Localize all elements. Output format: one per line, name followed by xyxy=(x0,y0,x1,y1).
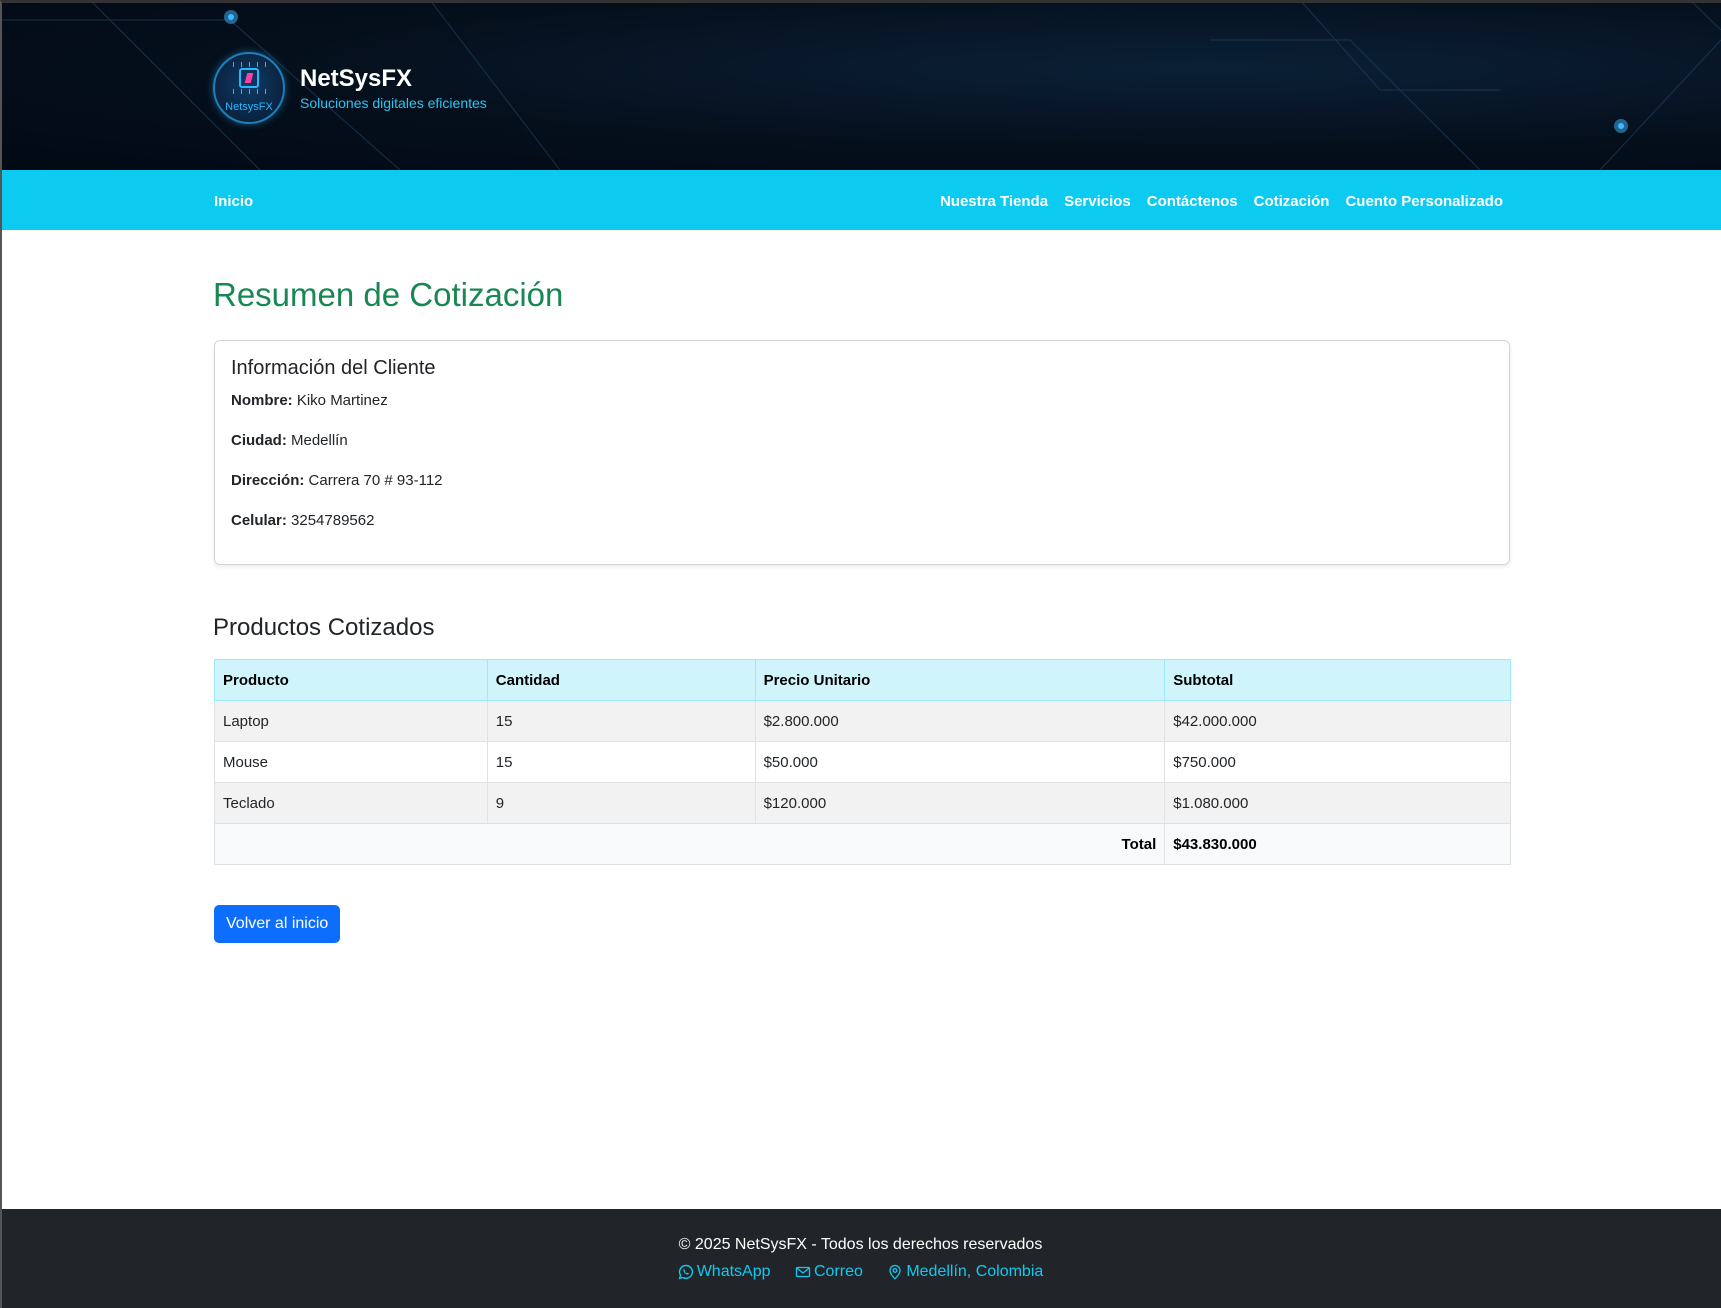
copyright-text: © 2025 NetSysFX - Todos los derechos res… xyxy=(678,1236,1043,1253)
address-label: Dirección: xyxy=(231,472,305,489)
whatsapp-link[interactable]: WhatsApp xyxy=(678,1263,771,1281)
subtotal-cell: $750.000 xyxy=(1164,741,1511,783)
nav-inicio[interactable]: Inicio xyxy=(214,170,253,234)
site-footer: © 2025 NetSysFX - Todos los derechos res… xyxy=(0,1209,1721,1308)
phone-label: Celular: xyxy=(231,512,287,529)
table-header-row: Producto Cantidad Precio Unitario Subtot… xyxy=(214,659,1511,701)
location-link[interactable]: Medellín, Colombia xyxy=(887,1263,1043,1281)
table-row: Laptop 15 $2.800.000 $42.000.000 xyxy=(214,700,1511,742)
footer-links: WhatsApp Correo Medellín, Colombia xyxy=(0,1263,1721,1285)
city-label: Ciudad: xyxy=(231,432,287,449)
total-label: Total xyxy=(213,823,1166,865)
nav-cotizacion[interactable]: Cotización xyxy=(1254,170,1330,234)
brand[interactable]: NetsysFX NetSysFX Soluciones digitales e… xyxy=(213,52,487,124)
brand-text: NetSysFX Soluciones digitales eficientes xyxy=(300,65,487,112)
nav-servicios[interactable]: Servicios xyxy=(1064,170,1131,234)
logo-text: NetsysFX xyxy=(225,101,273,113)
unit-price-cell: $50.000 xyxy=(754,741,1166,783)
total-row: Total $43.830.000 xyxy=(213,823,1511,865)
column-header: Precio Unitario xyxy=(754,659,1166,701)
navbar: Inicio Nuestra Tienda Servicios Contácte… xyxy=(0,170,1721,230)
product-cell: Mouse xyxy=(214,741,488,783)
location-pin-icon xyxy=(889,1264,901,1280)
address-value: Carrera 70 # 93-112 xyxy=(308,472,443,489)
products-heading: Productos Cotizados xyxy=(213,614,435,641)
name-value: Kiko Martinez xyxy=(296,392,388,409)
table-row: Teclado 9 $120.000 $1.080.000 xyxy=(214,782,1511,824)
page-title: Resumen de Cotización xyxy=(213,276,564,313)
product-cell: Teclado xyxy=(214,782,488,824)
nav-menu: Nuestra Tienda Servicios Contáctenos Cot… xyxy=(940,170,1503,234)
logo[interactable]: NetsysFX xyxy=(213,52,285,124)
client-info-heading: Información del Cliente xyxy=(231,357,436,379)
name-label: Nombre: xyxy=(231,392,293,409)
whatsapp-icon xyxy=(678,1264,693,1280)
unit-price-cell: $120.000 xyxy=(754,782,1166,824)
email-label: Correo xyxy=(813,1263,863,1280)
table-row: Mouse 15 $50.000 $750.000 xyxy=(214,741,1511,783)
envelope-icon xyxy=(795,1266,811,1278)
client-name: Nombre: Kiko Martinez xyxy=(231,392,388,409)
site-header: NetsysFX NetSysFX Soluciones digitales e… xyxy=(0,0,1721,170)
nav-nuestra-tienda[interactable]: Nuestra Tienda xyxy=(940,170,1048,234)
phone-value: 3254789562 xyxy=(291,512,375,529)
column-header: Producto xyxy=(214,659,488,701)
back-home-button[interactable]: Volver al inicio xyxy=(214,905,341,943)
quantity-cell: 15 xyxy=(486,700,756,742)
brand-title: NetSysFX xyxy=(300,64,413,92)
client-info-card: Información del Cliente Nombre: Kiko Mar… xyxy=(214,340,1510,565)
nav-cuento-personalizado[interactable]: Cuento Personalizado xyxy=(1345,170,1503,234)
chip-icon xyxy=(239,68,259,88)
subtotal-cell: $42.000.000 xyxy=(1164,700,1511,742)
products-table: Producto Cantidad Precio Unitario Subtot… xyxy=(213,659,1511,865)
client-city: Ciudad: Medellín xyxy=(231,432,348,449)
client-address: Dirección: Carrera 70 # 93-112 xyxy=(231,472,443,489)
quantity-cell: 9 xyxy=(486,782,756,824)
brand-subtitle: Soluciones digitales eficientes xyxy=(300,94,487,111)
quantity-cell: 15 xyxy=(486,741,756,783)
location-label: Medellín, Colombia xyxy=(906,1263,1044,1280)
client-phone: Celular: 3254789562 xyxy=(231,512,374,529)
nav-contactenos[interactable]: Contáctenos xyxy=(1147,170,1238,234)
product-cell: Laptop xyxy=(214,700,488,742)
whatsapp-label: WhatsApp xyxy=(696,1263,771,1280)
unit-price-cell: $2.800.000 xyxy=(754,700,1166,742)
city-value: Medellín xyxy=(291,432,348,449)
column-header: Cantidad xyxy=(486,659,756,701)
subtotal-cell: $1.080.000 xyxy=(1164,782,1511,824)
total-value: $43.830.000 xyxy=(1164,823,1511,865)
column-header: Subtotal xyxy=(1164,659,1511,701)
email-link[interactable]: Correo xyxy=(795,1263,863,1281)
